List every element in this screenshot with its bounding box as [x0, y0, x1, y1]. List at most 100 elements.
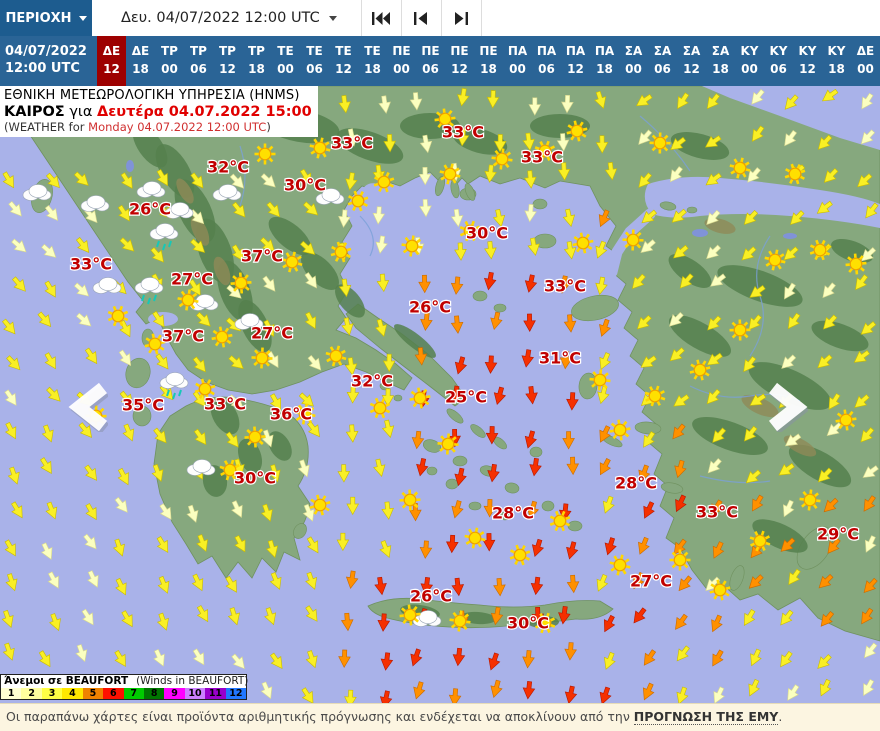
region-select-label: ΠΕΡΙΟΧΗ [5, 10, 72, 26]
legend-title: Άνεμοι σε BEAUFORT [4, 675, 129, 687]
beaufort-cell: 3 [41, 688, 63, 699]
island [468, 501, 482, 511]
emy-forecast-link[interactable]: ΠΡΟΓΝΩΣΗ ΤΗΣ ΕΜΥ [633, 709, 779, 725]
skip-to-first-button[interactable] [361, 0, 402, 36]
timeline-current-date: 04/07/2022 [5, 44, 87, 59]
island [541, 500, 555, 512]
timeline-slot[interactable]: ΣΑ 12 [677, 36, 706, 86]
sun-icon [254, 143, 276, 165]
timeline-current-time: 12:00 UTC [5, 61, 80, 76]
temperature-label: 36°C [270, 405, 312, 424]
temperature-label: 27°C [630, 572, 672, 591]
timeline-slot[interactable]: ΚΥ 06 [764, 36, 793, 86]
beaufort-cell: 10 [184, 688, 206, 699]
timeline-slot[interactable]: ΔΕ 12 [97, 36, 126, 86]
timeline-current-datetime: 04/07/2022 12:00 UTC [0, 36, 97, 86]
skip-first-icon [372, 11, 391, 25]
timeline-slot[interactable]: ΠΑ 00 [503, 36, 532, 86]
chevron-down-icon [78, 15, 87, 21]
temperature-label: 31°C [539, 349, 581, 368]
map-info-box: ΕΘΝΙΚΗ ΜΕΤΕΩΡΟΛΟΓΙΚΗ ΥΠΗΡΕΣΙΑ (HNMS) ΚΑΙ… [0, 86, 318, 137]
timeline-slot[interactable]: ΤΡ 00 [155, 36, 184, 86]
next-area-chevron[interactable] [768, 382, 810, 435]
weather-map: 33°C 33°C 32°C 33°C 30°C 26°C 30°C 37°C 33°C 27°C… [0, 86, 880, 703]
lake [126, 160, 134, 172]
region-select-button[interactable]: ΠΕΡΙΟΧΗ [0, 0, 92, 36]
temperature-label: 27°C [171, 270, 213, 289]
beaufort-cell: 11 [205, 688, 226, 699]
previous-icon [414, 11, 428, 25]
timeline-slot[interactable]: ΔΕ 00 [851, 36, 880, 86]
timeline-slot[interactable]: ΤΕ 06 [300, 36, 329, 86]
island [426, 466, 438, 476]
temperature-label: 33°C [70, 255, 112, 274]
chevron-right-icon [768, 382, 810, 435]
temperature-label: 26°C [409, 298, 451, 317]
toolbar: ΠΕΡΙΟΧΗ Δευ. 04/07/2022 12:00 UTC [0, 0, 880, 36]
timeline-slot[interactable]: ΤΡ 06 [184, 36, 213, 86]
next-icon [455, 11, 469, 25]
timeline-slots: ΔΕ 12 ΔΕ 18 ΤΡ 00 ΤΡ 06 ΤΡ 12 ΤΡ 18 ΤΕ 00 ΤΕ 06 ΤΕ 12 ΤΕ 18… [97, 36, 880, 86]
timeline-slot[interactable]: ΠΕ 00 [387, 36, 416, 86]
legend-scale: 1 2 3 4 5 6 7 8 9 10 11 12 [1, 688, 247, 699]
legend-subtitle: (Winds in BEAUFORT) [136, 675, 249, 687]
temperature-label: 35°C [122, 396, 164, 415]
timeline-slot[interactable]: ΠΑ 06 [532, 36, 561, 86]
datetime-select-button[interactable]: Δευ. 04/07/2022 12:00 UTC [97, 0, 362, 36]
temperature-label: 33°C [696, 503, 738, 522]
timeline-slot[interactable]: ΤΕ 12 [329, 36, 358, 86]
chevron-down-icon [328, 15, 337, 21]
temperature-label: 28°C [492, 504, 534, 523]
temperature-label: 29°C [817, 525, 859, 544]
timeline-slot[interactable]: ΣΑ 06 [648, 36, 677, 86]
timeline-slot[interactable]: ΠΕ 12 [445, 36, 474, 86]
step-back-button[interactable] [401, 0, 442, 36]
weather-word: ΚΑΙΡΟΣ [4, 104, 65, 120]
beaufort-cell: 9 [164, 688, 185, 699]
temperature-label: 32°C [351, 372, 393, 391]
beaufort-cell: 7 [123, 688, 144, 699]
beaufort-cell: 8 [143, 688, 165, 699]
beaufort-legend: Άνεμοι σε BEAUFORT (Winds in BEAUFORT) 12… [0, 674, 249, 700]
hnms-weather-app: ΠΕΡΙΟΧΗ Δευ. 04/07/2022 12:00 UTC 04/07/… [0, 0, 880, 731]
temperature-label: 37°C [241, 247, 283, 266]
temperature-label: 30°C [507, 614, 549, 633]
timeline-slot[interactable]: ΣΑ 00 [619, 36, 648, 86]
timeline-slot[interactable]: ΔΕ 18 [126, 36, 155, 86]
temperature-label: 33°C [204, 395, 246, 414]
temperature-label: 32°C [207, 158, 249, 177]
step-forward-button[interactable] [441, 0, 482, 36]
agency-title: ΕΘΝΙΚΗ ΜΕΤΕΩΡΟΛΟΓΙΚΗ ΥΠΗΡΕΣΙΑ (HNMS) [4, 88, 300, 103]
temperature-label: 26°C [129, 200, 171, 219]
temperature-label: 33°C [331, 134, 373, 153]
timeline-slot[interactable]: ΚΥ 12 [793, 36, 822, 86]
island [567, 520, 583, 532]
island [686, 206, 698, 214]
beaufort-cell: 2 [21, 688, 42, 699]
footer-disclaimer: Οι παραπάνω χάρτες είναι προϊόντα αριθμη… [0, 703, 880, 731]
temperature-label: 33°C [544, 277, 586, 296]
timeline-slot[interactable]: ΠΑ 18 [590, 36, 619, 86]
timeline-slot[interactable]: ΤΡ 18 [242, 36, 271, 86]
temperature-label: 30°C [234, 469, 276, 488]
timeline-slot[interactable]: ΤΡ 12 [213, 36, 242, 86]
timeline-slot[interactable]: ΠΕ 18 [474, 36, 503, 86]
beaufort-cell: 1 [1, 688, 22, 699]
lake [783, 233, 797, 239]
timeline-slot[interactable]: ΠΕ 06 [416, 36, 445, 86]
chevron-left-icon [68, 382, 110, 435]
timeline-bar: 04/07/2022 12:00 UTC ΔΕ 12 ΔΕ 18 ΤΡ 00 ΤΡ 06 ΤΡ 1… [0, 36, 880, 86]
timeline-slot[interactable]: ΤΕ 00 [271, 36, 300, 86]
previous-area-chevron[interactable] [68, 382, 110, 435]
timeline-slot[interactable]: ΚΥ 00 [735, 36, 764, 86]
timeline-slot[interactable]: ΤΕ 18 [358, 36, 387, 86]
forecast-datetime-local: Δευτέρα 04.07.2022 15:00 [96, 104, 312, 120]
island [452, 455, 468, 467]
timeline-slot[interactable]: ΠΑ 12 [561, 36, 590, 86]
forecast-valid-time-el: ΚΑΙΡΟΣ για Δευτέρα 04.07.2022 15:00 [4, 104, 312, 120]
island [493, 303, 507, 313]
forecast-valid-time-en: (WEATHER for Monday 04.07.2022 12:00 UTC… [4, 120, 271, 134]
timeline-slot[interactable]: ΣΑ 18 [706, 36, 735, 86]
sun-icon [669, 549, 691, 571]
timeline-slot[interactable]: ΚΥ 18 [822, 36, 851, 86]
